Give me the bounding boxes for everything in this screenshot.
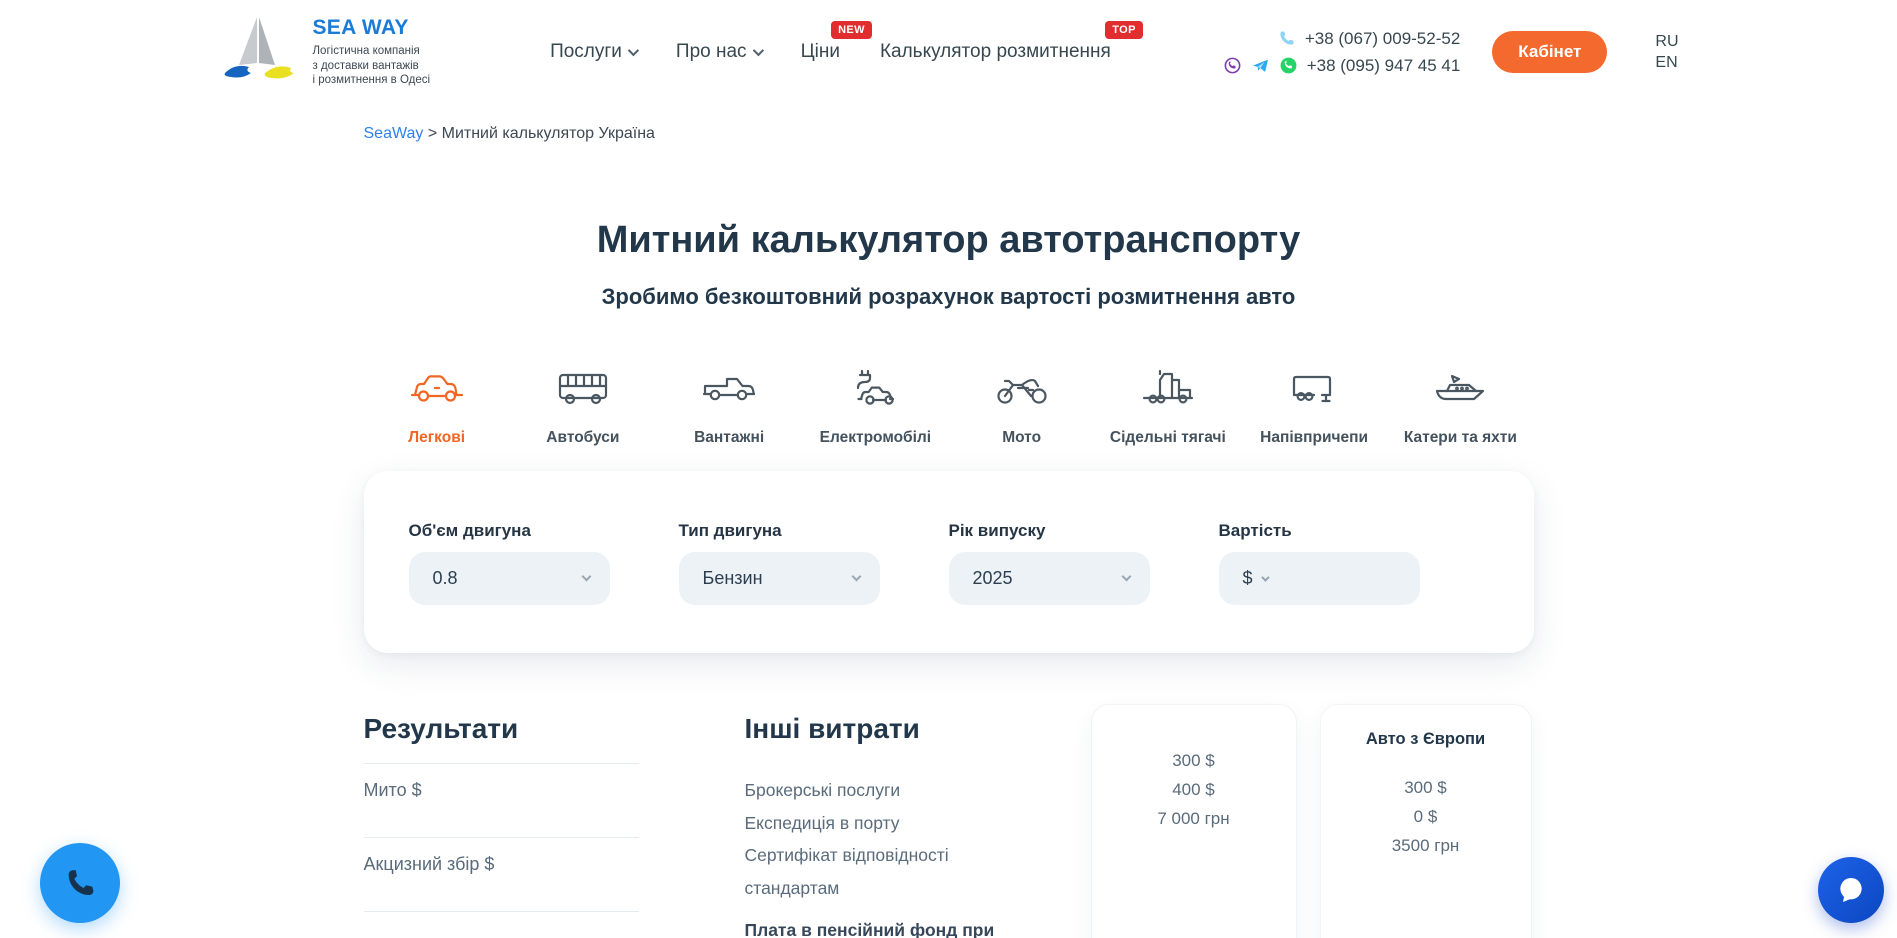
nav-item-about[interactable]: Про нас [676, 41, 761, 63]
semi-truck-icon [1139, 368, 1197, 413]
hero: Митний калькулятор автотранспорту Зробим… [364, 219, 1534, 310]
nav-item-services[interactable]: Послуги [550, 41, 636, 63]
new-badge: NEW [831, 21, 872, 39]
year-label: Рік випуску [949, 521, 1150, 541]
cost-value: 7 000 грн [1092, 804, 1296, 833]
results-title: Результати [364, 713, 639, 745]
tab-cars[interactable]: Легкові [364, 368, 510, 447]
trailer-icon [1285, 368, 1343, 413]
cost-item-pension-fund: Плата в пенсійний фонд при реєстрації МР… [745, 916, 1045, 938]
other-costs-title: Інші витрати [745, 713, 1045, 745]
logo-title: SEA WAY [313, 16, 431, 40]
phone-number-1[interactable]: +38 (067) 009-52-52 [1305, 29, 1460, 49]
results-section: Результати Мито $ Акцизний збір $ [364, 713, 639, 912]
bus-icon [554, 368, 612, 413]
engine-type-label: Тип двигуна [679, 521, 880, 541]
chevron-down-icon [752, 45, 763, 56]
calculator-form-card: Об'єм двигуна 0.8 Тип двигуна Бензин Рік… [364, 471, 1534, 653]
yacht-icon [1431, 368, 1489, 413]
chat-bubble-icon [1835, 874, 1867, 906]
phone-row-2: +38 (095) 947 45 41 [1223, 56, 1461, 76]
result-row-divider [364, 911, 639, 912]
cost-item-broker: Брокерські послуги [745, 774, 1045, 807]
car-icon [408, 368, 466, 413]
price-label: Вартість [1219, 521, 1420, 541]
year-select[interactable]: 2025 [949, 552, 1150, 605]
nav-item-customs-calculator[interactable]: Калькулятор розмитнення TOP [880, 41, 1111, 63]
phone-icon [63, 866, 97, 900]
top-badge: TOP [1105, 21, 1143, 39]
phone-icon [1277, 29, 1296, 48]
logo[interactable]: SEA WAY Логістична компанія з доставки в… [219, 11, 431, 94]
cost-value: 3500 грн [1321, 831, 1531, 860]
truck-icon [700, 368, 758, 413]
phone-row-1: +38 (067) 009-52-52 [1223, 29, 1461, 49]
tab-buses[interactable]: Автобуси [510, 368, 656, 447]
other-costs-section: Інші витрати Брокерські послуги Експедиц… [745, 713, 1045, 938]
result-row-duty: Мито $ [364, 763, 639, 837]
vehicle-type-tabs: Легкові Автобуси Вантажні Електромобілі … [364, 368, 1534, 447]
year-field: Рік випуску 2025 [949, 521, 1150, 653]
engine-volume-field: Об'єм двигуна 0.8 [409, 521, 610, 653]
cost-item-certificate: Сертифікат відповідності стандартам [745, 839, 1045, 904]
cost-value: 0 $ [1321, 802, 1531, 831]
engine-volume-label: Об'єм двигуна [409, 521, 610, 541]
motorcycle-icon [993, 368, 1051, 413]
chevron-down-icon [581, 572, 591, 582]
result-row-excise: Акцизний збір $ [364, 837, 639, 911]
breadcrumb-home-link[interactable]: SeaWay [364, 125, 424, 142]
chevron-down-icon [851, 572, 861, 582]
currency-select[interactable]: $ [1243, 568, 1267, 589]
tab-trucks[interactable]: Вантажні [656, 368, 802, 447]
price-field: Вартість $ [1219, 521, 1420, 653]
cost-value: 300 $ [1321, 773, 1531, 802]
header-contacts: +38 (067) 009-52-52 +38 (095) 947 45 41 [1223, 29, 1461, 76]
cost-value: 400 $ [1092, 775, 1296, 804]
logo-boat-icon [219, 11, 301, 94]
whatsapp-icon[interactable] [1279, 56, 1298, 75]
chevron-down-icon [1121, 572, 1131, 582]
tab-electric-cars[interactable]: Електромобілі [802, 368, 948, 447]
lang-ru[interactable]: RU [1655, 33, 1678, 51]
cost-item-port: Експедиція в порту [745, 807, 1045, 840]
tab-boats-yachts[interactable]: Катери та яхти [1387, 368, 1533, 447]
price-input[interactable] [1277, 552, 1406, 605]
engine-volume-select[interactable]: 0.8 [409, 552, 610, 605]
engine-type-field: Тип двигуна Бензин [679, 521, 880, 653]
chevron-down-icon [1261, 573, 1269, 581]
electric-car-icon [846, 368, 904, 413]
lang-en[interactable]: EN [1655, 54, 1678, 72]
floating-chat-button[interactable] [1818, 857, 1884, 923]
tab-motorcycles[interactable]: Мото [949, 368, 1095, 447]
header: SEA WAY Логістична компанія з доставки в… [0, 0, 1897, 104]
cabinet-button[interactable]: Кабінет [1492, 31, 1607, 73]
tab-semi-trailers[interactable]: Напівпричепи [1241, 368, 1387, 447]
cost-card-general: 300 $ 400 $ 7 000 грн [1091, 704, 1297, 938]
tab-semi-trucks[interactable]: Сідельні тягачі [1095, 368, 1241, 447]
cost-card-europe: Авто з Європи 300 $ 0 $ 3500 грн [1320, 704, 1532, 938]
phone-number-2[interactable]: +38 (095) 947 45 41 [1307, 56, 1461, 76]
floating-call-button[interactable] [40, 843, 120, 923]
page-subtitle: Зробимо безкоштовний розрахунок вартості… [364, 284, 1534, 310]
chevron-down-icon [628, 45, 639, 56]
breadcrumb-current: Митний калькулятор Україна [442, 125, 655, 142]
engine-type-select[interactable]: Бензин [679, 552, 880, 605]
viber-icon[interactable] [1223, 56, 1242, 75]
nav-item-prices[interactable]: Ціни NEW [801, 41, 840, 63]
main-nav: Послуги Про нас Ціни NEW Калькулятор роз… [550, 41, 1111, 63]
breadcrumb: SeaWay > Митний калькулятор Україна [364, 125, 1534, 143]
cost-value: 300 $ [1092, 746, 1296, 775]
telegram-icon[interactable] [1251, 56, 1270, 75]
logo-subtitle: Логістична компанія з доставки вантажів … [313, 44, 431, 89]
cost-card-title: Авто з Європи [1321, 730, 1531, 750]
page-title: Митний калькулятор автотранспорту [364, 219, 1534, 262]
language-switcher: RU EN [1655, 33, 1678, 72]
